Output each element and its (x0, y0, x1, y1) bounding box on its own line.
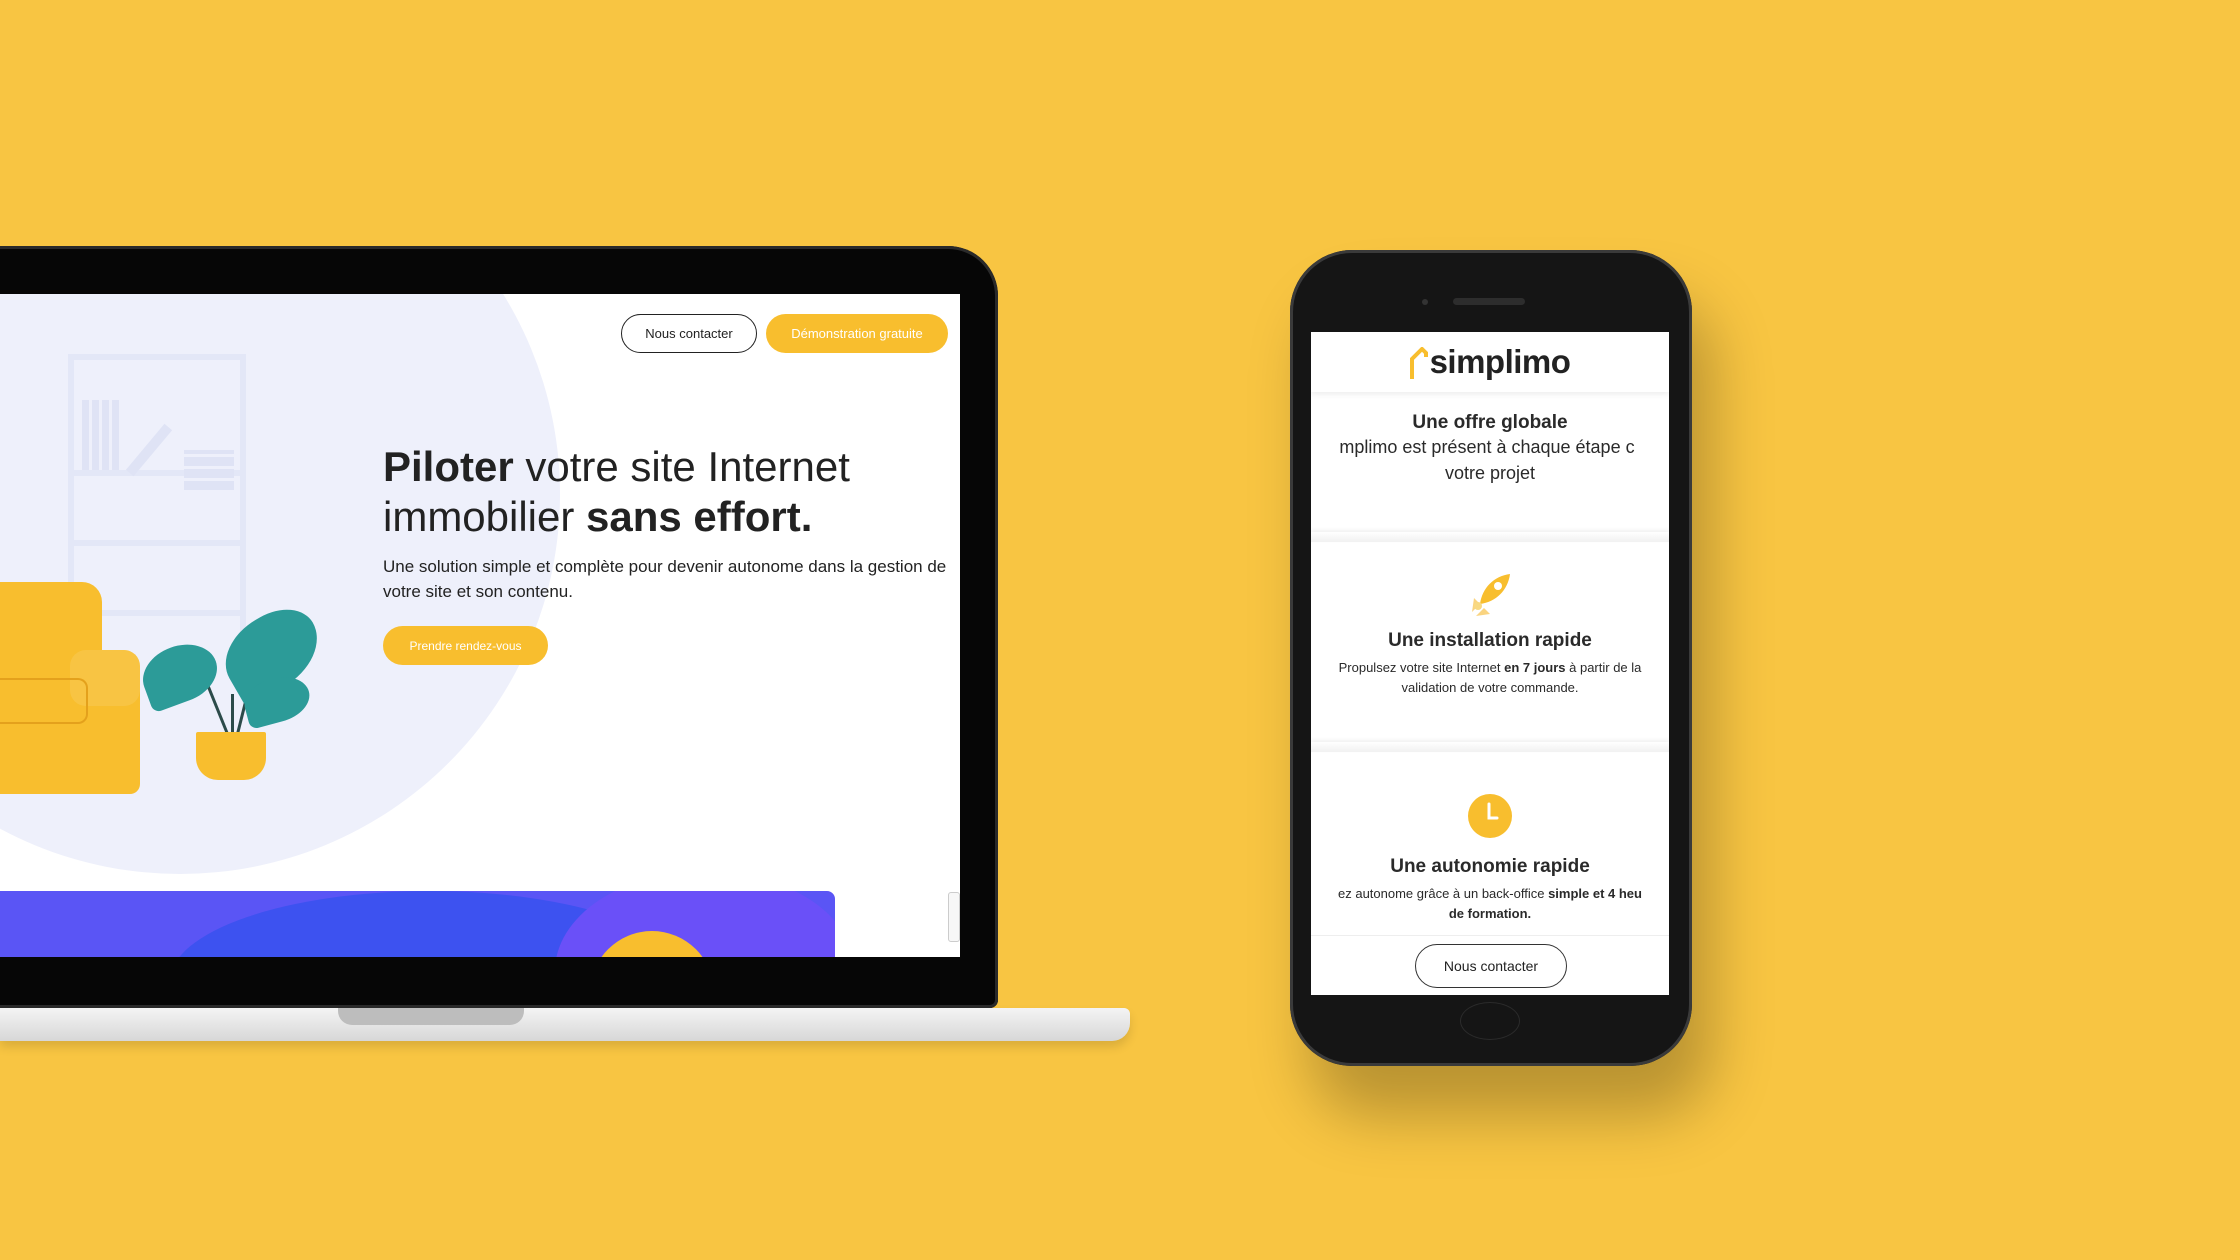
mobile-contact-button[interactable]: Nous contacter (1415, 944, 1567, 988)
mobile-sticky-footer: Nous contacter (1311, 935, 1669, 995)
scrollbar[interactable] (948, 892, 960, 942)
simplimo-logo[interactable]: simplimo (1409, 343, 1571, 381)
card-text: mplimo est présent à chaque étape c (1339, 437, 1635, 457)
rocket-icon (1472, 574, 1510, 616)
free-demo-button[interactable]: Démonstration gratuite (766, 314, 948, 353)
appointment-button[interactable]: Prendre rendez-vous (383, 626, 548, 665)
laptop-screen: Nous contacter Démonstration gratuite Pi… (0, 294, 960, 957)
installation-card: Une installation rapide Propulsez votre … (1311, 568, 1669, 698)
card-divider (1311, 532, 1669, 542)
card-divider (1311, 742, 1669, 752)
laptop-base (0, 1008, 1130, 1041)
contact-button[interactable]: Nous contacter (621, 314, 757, 353)
laptop-notch (338, 1008, 524, 1025)
mobile-header: simplimo (1311, 332, 1669, 392)
card-title: Une offre globale (1412, 412, 1568, 433)
card-title: Une installation rapide (1388, 630, 1592, 651)
autonomy-card: Une autonomie rapide ez autonome grâce à… (1311, 792, 1669, 924)
camera-icon (1422, 299, 1428, 305)
hero-title: Piloter votre site Internet immobilier s… (383, 443, 850, 540)
card-text: votre projet (1444, 463, 1536, 483)
card-text: ez autonome grâce à un back-office simpl… (1338, 886, 1642, 901)
card-text: validation de votre commande. (1401, 680, 1579, 695)
home-button[interactable] (1460, 1002, 1520, 1040)
card-text: Propulsez votre site Internet en 7 jours… (1338, 660, 1642, 675)
hero-subtitle: Une solution simple et complète pour dev… (383, 557, 947, 601)
phone-screen: simplimo Une offre globale mplimo est pr… (1311, 332, 1669, 995)
house-logo-icon (1409, 347, 1428, 379)
brand-name: simplimo (1429, 343, 1571, 380)
offer-card: Une offre globale mplimo est présent à c… (1311, 412, 1669, 486)
card-text: de formation. (1448, 906, 1532, 921)
clock-icon (1468, 794, 1512, 838)
speaker-grille (1453, 298, 1525, 305)
card-title: Une autonomie rapide (1390, 856, 1590, 877)
purple-section-band (0, 891, 835, 957)
